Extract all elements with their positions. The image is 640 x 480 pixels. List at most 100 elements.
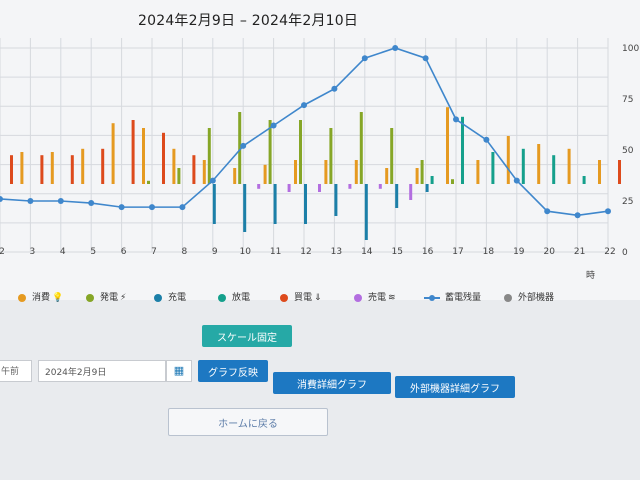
bar-発電-16 <box>420 160 424 184</box>
bar-消費-4 <box>50 152 54 184</box>
bar-放電-21 <box>582 176 586 184</box>
bar-放電-20 <box>552 155 556 184</box>
bar-売電-10 <box>257 184 261 189</box>
x-tick-15: 15 <box>391 247 402 257</box>
apply-graph-button[interactable]: グラフ反映 <box>198 360 268 382</box>
bar-消費-3 <box>20 152 24 184</box>
legend-dot-marker <box>504 293 512 302</box>
point-蓄電残量-4 <box>57 198 64 204</box>
x-tick-6: 6 <box>121 247 127 257</box>
point-蓄電残量-6 <box>118 204 125 211</box>
legend-item-発電[interactable]: 発電 ⚡ <box>86 290 126 303</box>
legend-dot-marker <box>280 293 288 302</box>
x-tick-14: 14 <box>361 247 373 257</box>
point-蓄電残量-20 <box>544 208 551 215</box>
x-tick-18: 18 <box>483 247 495 257</box>
money-icon: ≋ <box>388 293 396 303</box>
point-蓄電残量-7 <box>149 204 155 211</box>
calendar-icon[interactable]: ▦ <box>166 360 192 382</box>
lightning-icon: ⚡ <box>120 293 127 303</box>
bar-売電-15 <box>409 184 413 200</box>
x-tick-10: 10 <box>239 247 251 257</box>
external-detail-button[interactable]: 外部機器詳細グラフ <box>395 376 515 398</box>
bar-発電-7 <box>147 180 150 184</box>
legend-label: 買電 <box>294 293 313 303</box>
point-蓄電残量-17 <box>453 116 459 123</box>
x-tick-5: 5 <box>90 247 96 257</box>
bar-売電-11 <box>287 184 291 192</box>
y-tick-100: 100 <box>622 44 639 54</box>
point-蓄電残量-14 <box>361 55 368 62</box>
y-tick-0: 0 <box>622 248 628 258</box>
date-input[interactable] <box>38 360 166 382</box>
bar-買電-4 <box>70 155 74 184</box>
bar-放電-17 <box>461 116 464 184</box>
bar-発電-8 <box>177 168 181 184</box>
bar-消費-11 <box>263 164 267 184</box>
legend-label: 放電 <box>232 293 251 303</box>
home-button[interactable]: ホームに戻る <box>168 408 328 436</box>
x-tick-20: 20 <box>543 247 555 257</box>
legend-item-買電[interactable]: 買電 ⇓ <box>280 290 322 303</box>
bar-買電-3 <box>40 155 44 184</box>
legend-item-蓄電残量[interactable]: 蓄電残量 <box>424 290 481 303</box>
bar-消費-18 <box>476 160 480 184</box>
period-label[interactable]: 午前 <box>0 360 32 382</box>
bar-消費-16 <box>415 168 419 184</box>
x-tick-16: 16 <box>422 247 434 257</box>
y-tick-25: 25 <box>622 197 633 207</box>
bar-買電-5 <box>101 148 105 184</box>
legend-label: 外部機器 <box>518 293 555 303</box>
bar-充電-10 <box>243 184 247 232</box>
point-蓄電残量-8 <box>179 204 186 211</box>
point-蓄電残量-12 <box>301 102 307 109</box>
legend-dot-marker <box>86 293 94 302</box>
x-tick-9: 9 <box>212 247 218 257</box>
point-蓄電残量-9 <box>209 177 216 184</box>
bar-消費-8 <box>172 148 176 184</box>
consumption-detail-button[interactable]: 消費詳細グラフ <box>273 372 391 394</box>
legend-item-充電[interactable]: 充電 <box>154 290 186 303</box>
bar-消費-17 <box>446 107 449 184</box>
bar-充電-14 <box>364 184 368 240</box>
legend-dot-marker <box>154 293 162 302</box>
x-tick-4: 4 <box>60 247 66 257</box>
bar-消費-13 <box>324 160 328 184</box>
bar-買電-7 <box>162 132 165 184</box>
bar-消費-20 <box>537 144 541 184</box>
legend-item-放電[interactable]: 放電 <box>218 290 250 303</box>
bar-消費-6 <box>111 123 115 184</box>
bar-消費-15 <box>385 168 389 184</box>
bar-消費-10 <box>233 168 237 184</box>
chart-area: 2024年2月9日 – 2024年2月10日 2 3 4 5 6 7 8 9 10 11 12 13 1… <box>0 0 640 300</box>
bar-発電-17 <box>451 179 454 184</box>
bar-発電-14 <box>359 112 363 184</box>
x-tick-12: 12 <box>300 247 311 257</box>
bar-放電-19 <box>521 148 525 184</box>
bulb-icon: 💡 <box>52 293 64 303</box>
point-蓄電残量-10 <box>240 142 247 149</box>
legend-item-消費[interactable]: 消費 💡 <box>18 290 63 303</box>
x-unit-label: 時 <box>586 270 595 281</box>
bar-消費-21 <box>567 148 571 184</box>
legend-dot-marker <box>218 293 226 302</box>
point-蓄電残量-15 <box>392 45 399 51</box>
bar-消費-7 <box>142 128 145 184</box>
x-tick-17: 17 <box>452 247 463 257</box>
bar-消費-22 <box>598 160 601 184</box>
point-蓄電残量-2 <box>0 195 3 202</box>
bar-買電-6 <box>131 120 135 184</box>
legend: 消費 💡 発電 ⚡ 充電 放電 買電 ⇓ 売電 ≋ 蓄電残量 外部機器 <box>18 286 638 310</box>
bar-発電-11 <box>268 120 272 184</box>
bar-消費-12 <box>294 160 297 184</box>
legend-item-外部機器[interactable]: 外部機器 <box>504 290 554 303</box>
bar-充電-9 <box>212 184 216 224</box>
scale-fixed-button[interactable]: スケール固定 <box>202 325 292 347</box>
form-row: 午前 ▦ グラフ反映 消費詳細グラフ 外部機器詳細グラフ <box>0 360 640 398</box>
point-蓄電残量-11 <box>270 122 277 129</box>
legend-item-売電[interactable]: 売電 ≋ <box>354 290 396 303</box>
bar-放電-16 <box>430 176 434 184</box>
bar-充電-13 <box>334 184 338 216</box>
x-tick-22: 22 <box>604 247 615 257</box>
bar-買電-22 <box>618 160 621 184</box>
